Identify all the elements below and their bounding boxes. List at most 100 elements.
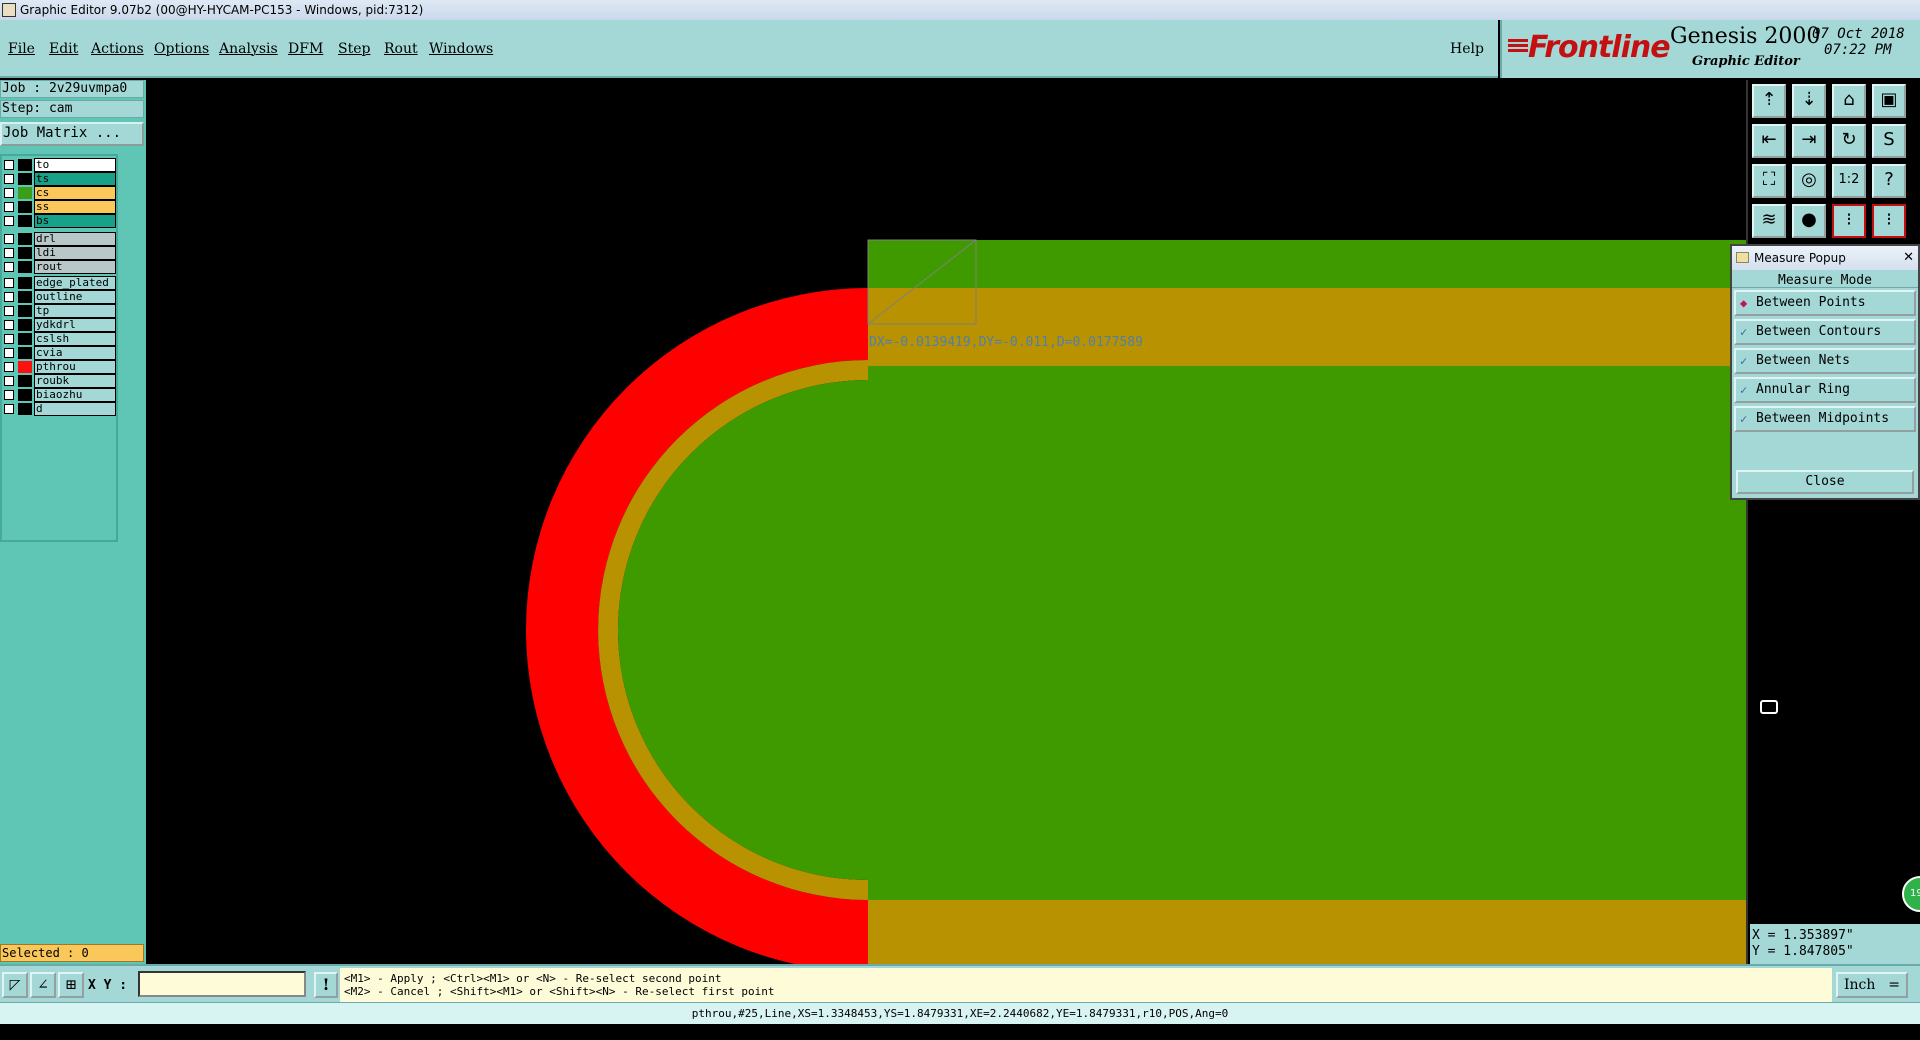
layer-row-ts[interactable]: ts [2,172,118,186]
layer-row-roubk[interactable]: roubk [2,374,118,388]
layer-checkbox[interactable] [4,174,14,184]
units-dropdown[interactable]: Inch = [1836,972,1908,998]
layer-row-d[interactable]: d [2,402,118,416]
layer-checkbox[interactable] [4,216,14,226]
layer-row-ydkdrl[interactable]: ydkdrl [2,318,118,332]
layer-checkbox[interactable] [4,306,14,316]
layer-name[interactable]: edge_plated [34,276,116,290]
layer-row-ss[interactable]: ss [2,200,118,214]
graphic-canvas[interactable]: DX=-0.0139419,DY=-0.011,D=0.0177589 [146,80,1746,964]
measure-option-between-nets[interactable]: ✓ Between Nets [1734,348,1916,374]
layer-name[interactable]: roubk [34,374,116,388]
menu-rout[interactable]: Rout [384,41,418,57]
measure-option-between-midpoints[interactable]: ✓ Between Midpoints [1734,406,1916,432]
layer-color-swatch[interactable] [18,187,32,199]
layer-row-drl[interactable]: drl [2,232,118,246]
layer-row-rout[interactable]: rout [2,260,118,274]
layer-color-swatch[interactable] [18,403,32,415]
layer-checkbox[interactable] [4,188,14,198]
layer-color-swatch[interactable] [18,201,32,213]
layer-name[interactable]: drl [34,232,116,246]
info-button[interactable]: ! [314,972,338,998]
layer-checkbox[interactable] [4,202,14,212]
layer-checkbox[interactable] [4,248,14,258]
menu-dfm[interactable]: DFM [288,41,323,57]
layer-color-swatch[interactable] [18,333,32,345]
layer-a-icon[interactable]: ⁝ [1832,204,1866,238]
measure-option-between-contours[interactable]: ✓ Between Contours [1734,319,1916,345]
menu-help[interactable]: Help [1450,41,1484,57]
layer-row-outline[interactable]: outline [2,290,118,304]
layer-row-ldi[interactable]: ldi [2,246,118,260]
layer-name[interactable]: cvia [34,346,116,360]
layer-checkbox[interactable] [4,348,14,358]
layer-row-bs[interactable]: bs [2,214,118,228]
layer-checkbox[interactable] [4,334,14,344]
layer-color-swatch[interactable] [18,261,32,273]
layer-name[interactable]: outline [34,290,116,304]
snap-icon[interactable]: S [1872,124,1906,158]
menu-analysis[interactable]: Analysis [219,41,278,57]
layer-checkbox[interactable] [4,292,14,302]
pan-left-icon[interactable]: ⇤ [1752,124,1786,158]
layer-color-swatch[interactable] [18,375,32,387]
layer-color-swatch[interactable] [18,215,32,227]
grid-icon[interactable]: ⊞ [58,972,84,998]
layer-color-swatch[interactable] [18,247,32,259]
layer-name[interactable]: biaozhu [34,388,116,402]
layer-row-edge_plated[interactable]: edge_plated [2,276,118,290]
layer-color-swatch[interactable] [18,305,32,317]
zoom-out-icon[interactable]: ⇣ [1792,84,1826,118]
layer-checkbox[interactable] [4,320,14,330]
layer-row-cslsh[interactable]: cslsh [2,332,118,346]
layer-row-tp[interactable]: tp [2,304,118,318]
home-icon[interactable]: ⌂ [1832,84,1866,118]
window-icon[interactable]: ▣ [1872,84,1906,118]
layer-checkbox[interactable] [4,160,14,170]
close-icon[interactable]: ✕ [1903,246,1914,270]
menu-options[interactable]: Options [154,41,209,57]
menu-file[interactable]: File [8,41,35,57]
measure-option-between-points[interactable]: ◆ Between Points [1734,290,1916,316]
layer-row-biaozhu[interactable]: biaozhu [2,388,118,402]
probe-icon[interactable]: ● [1792,204,1826,238]
layer-checkbox[interactable] [4,376,14,386]
layer-b-icon[interactable]: ⁝ [1872,204,1906,238]
layer-row-cvia[interactable]: cvia [2,346,118,360]
close-button[interactable]: Close [1736,470,1914,494]
center-icon[interactable]: ◎ [1792,164,1826,198]
menu-actions[interactable]: Actions [91,41,144,57]
help-icon[interactable]: ? [1872,164,1906,198]
layer-name[interactable]: rout [34,260,116,274]
layer-color-swatch[interactable] [18,173,32,185]
layer-row-to[interactable]: to [2,158,118,172]
fit-icon[interactable]: ⛶ [1752,164,1786,198]
layer-name[interactable]: to [34,158,116,172]
measure-tool-icon[interactable]: ≋ [1752,204,1786,238]
layer-name[interactable]: ldi [34,246,116,260]
layer-name[interactable]: cslsh [34,332,116,346]
layer-checkbox[interactable] [4,390,14,400]
layer-name[interactable]: tp [34,304,116,318]
layer-color-swatch[interactable] [18,319,32,331]
layer-color-swatch[interactable] [18,159,32,171]
layer-color-swatch[interactable] [18,361,32,373]
layer-color-swatch[interactable] [18,291,32,303]
select-mode-icon[interactable]: ◸ [2,972,28,998]
layer-name[interactable]: bs [34,214,116,228]
scale-icon[interactable]: 1:2 [1832,164,1866,198]
layer-checkbox[interactable] [4,278,14,288]
layer-checkbox[interactable] [4,234,14,244]
layer-color-swatch[interactable] [18,277,32,289]
menu-edit[interactable]: Edit [49,41,78,57]
comment-icon[interactable] [1760,700,1778,714]
menu-windows[interactable]: Windows [429,41,493,57]
job-matrix-button[interactable]: Job Matrix ... [0,122,144,146]
layer-name[interactable]: ydkdrl [34,318,116,332]
layer-name[interactable]: cs [34,186,116,200]
layer-checkbox[interactable] [4,362,14,372]
layer-color-swatch[interactable] [18,389,32,401]
measure-option-annular-ring[interactable]: ✓ Annular Ring [1734,377,1916,403]
layer-name[interactable]: pthrou [34,360,116,374]
layer-checkbox[interactable] [4,262,14,272]
